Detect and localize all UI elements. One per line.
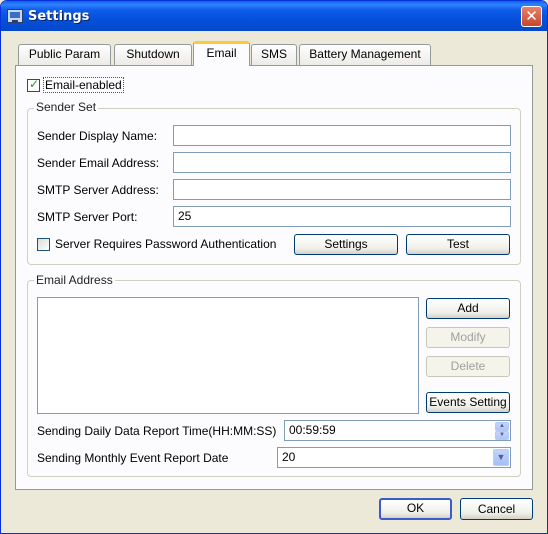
daily-report-time-value: 00:59:59 bbox=[289, 423, 336, 437]
close-icon: ✕ bbox=[525, 7, 538, 25]
title-bar[interactable]: Settings ✕ bbox=[1, 1, 547, 31]
sender-display-name-label: Sender Display Name: bbox=[37, 129, 158, 143]
tab-public-param[interactable]: Public Param bbox=[18, 44, 111, 65]
settings-window: Settings ✕ Public Param Shutdown Email S… bbox=[0, 0, 548, 534]
sender-email-address-label: Sender Email Address: bbox=[37, 156, 160, 170]
add-button[interactable]: Add bbox=[426, 298, 510, 319]
spin-up-icon[interactable]: ▲ bbox=[495, 422, 509, 431]
settings-button[interactable]: Settings bbox=[294, 234, 398, 255]
delete-button[interactable]: Delete bbox=[426, 356, 510, 377]
monthly-report-date-label: Sending Monthly Event Report Date bbox=[37, 451, 229, 465]
tab-email[interactable]: Email bbox=[193, 41, 250, 66]
tab-battery-management[interactable]: Battery Management bbox=[299, 44, 431, 65]
app-icon bbox=[7, 9, 23, 23]
checkmark-icon: ✓ bbox=[29, 77, 40, 91]
daily-report-time-label: Sending Daily Data Report Time(HH:MM:SS) bbox=[37, 424, 277, 438]
email-enabled-checkbox[interactable]: ✓ bbox=[27, 77, 40, 92]
tab-sms[interactable]: SMS bbox=[251, 44, 297, 65]
tab-shutdown[interactable]: Shutdown bbox=[114, 44, 192, 65]
password-auth-checkbox[interactable] bbox=[37, 238, 50, 251]
monthly-report-date-select[interactable]: 20 ▼ bbox=[277, 447, 511, 468]
smtp-server-address-input[interactable] bbox=[173, 179, 511, 200]
monthly-report-date-value: 20 bbox=[282, 450, 296, 464]
daily-report-time-spinner[interactable]: 00:59:59 ▲ ▼ bbox=[284, 420, 511, 441]
email-address-title: Email Address bbox=[34, 273, 115, 287]
spin-down-icon[interactable]: ▼ bbox=[495, 431, 509, 440]
test-button[interactable]: Test bbox=[406, 234, 510, 255]
sender-set-title: Sender Set bbox=[34, 100, 99, 114]
email-address-list[interactable] bbox=[37, 297, 419, 414]
sender-display-name-input[interactable] bbox=[173, 125, 511, 146]
window-title: Settings bbox=[28, 9, 90, 24]
time-spinner-buttons: ▲ ▼ bbox=[495, 422, 509, 441]
smtp-server-port-label: SMTP Server Port: bbox=[37, 210, 138, 224]
ok-button[interactable]: OK bbox=[379, 498, 452, 520]
events-setting-button[interactable]: Events Setting bbox=[426, 392, 510, 413]
modify-button[interactable]: Modify bbox=[426, 327, 510, 348]
password-auth-label: Server Requires Password Authentication bbox=[55, 237, 277, 251]
email-enabled-label: Email-enabled bbox=[43, 77, 124, 93]
close-button[interactable]: ✕ bbox=[521, 6, 542, 27]
sender-email-address-input[interactable] bbox=[173, 152, 511, 173]
cancel-button[interactable]: Cancel bbox=[460, 498, 533, 520]
chevron-down-icon[interactable]: ▼ bbox=[493, 449, 509, 466]
smtp-server-port-input[interactable]: 25 bbox=[173, 206, 511, 227]
smtp-server-address-label: SMTP Server Address: bbox=[37, 183, 159, 197]
